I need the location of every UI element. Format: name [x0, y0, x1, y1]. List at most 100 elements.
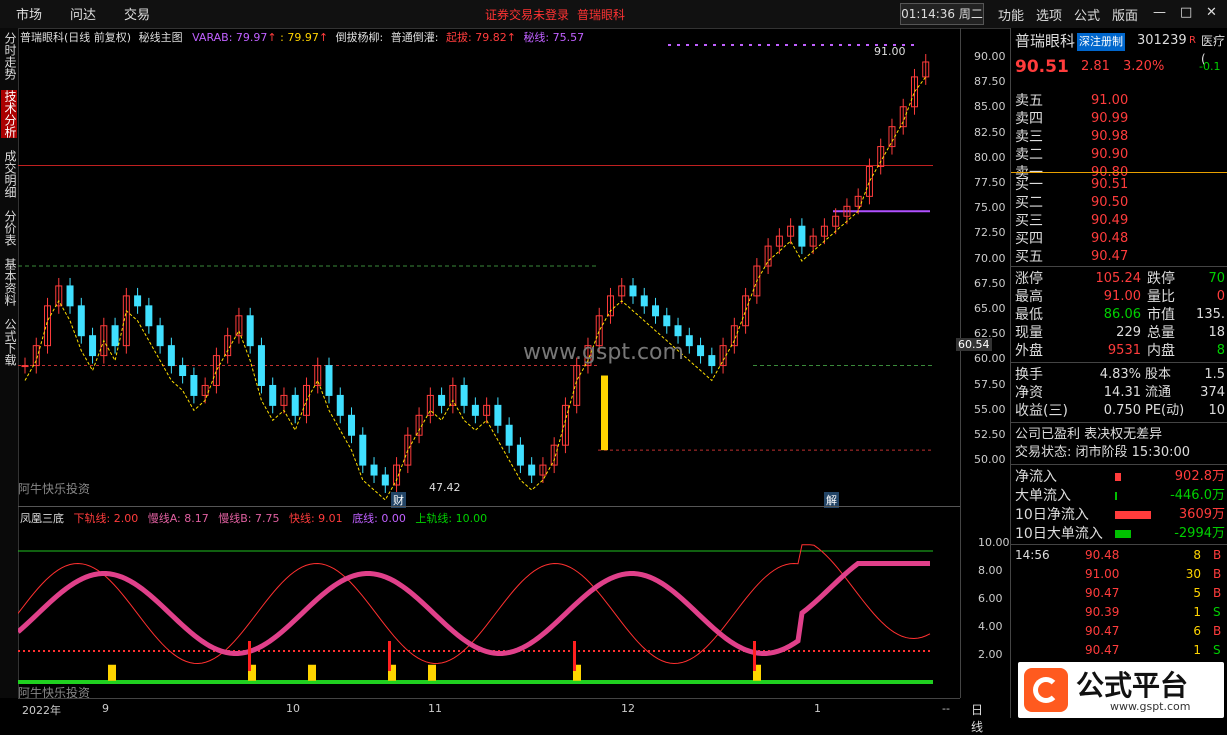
signal-dot: [857, 44, 860, 46]
tick-price: 90.47: [1085, 624, 1120, 638]
chart-area[interactable]: 普瑞眼科(日线 前复权) 秘线主图 VARAB: 79.97↑ : 79.97↑…: [18, 28, 961, 700]
candle-body: [89, 335, 97, 357]
candle-body: [629, 285, 637, 297]
tab-fundamentals[interactable]: 基本资料: [1, 258, 17, 306]
tick-price: 90.47: [1085, 643, 1120, 657]
candle-body: [359, 434, 367, 466]
candle-body: [269, 384, 277, 406]
signal-dot: [848, 44, 851, 46]
ask-price[interactable]: 90.98: [1091, 128, 1128, 146]
current-price-box: 60.54: [956, 338, 992, 351]
candle-body: [348, 414, 356, 436]
tab-formula-download[interactable]: 公式下载: [1, 318, 17, 366]
menu-formula[interactable]: 公式: [1074, 5, 1100, 24]
x-axis-dash: --: [942, 702, 950, 715]
stat2-value2: 1.5: [1204, 367, 1225, 382]
tick-price: 90.47: [1085, 586, 1120, 600]
candle-body: [156, 325, 164, 347]
menu-market[interactable]: 市场: [16, 4, 42, 23]
signal-dot: [803, 44, 806, 46]
stat-label: 最高: [1015, 289, 1043, 305]
tick-volume: 6: [1193, 624, 1201, 638]
menu-wenda[interactable]: 问达: [70, 4, 96, 23]
stat2-label2: PE(动): [1145, 403, 1185, 418]
tab-technical[interactable]: 技术分析: [1, 90, 17, 138]
signal-dot: [740, 44, 743, 46]
ask-price[interactable]: 90.90: [1091, 146, 1128, 164]
menu-layout[interactable]: 版面: [1112, 5, 1138, 24]
price-tick: 67.50: [974, 276, 1006, 290]
maximize-icon[interactable]: □: [1180, 5, 1192, 20]
bid-price[interactable]: 90.51: [1091, 176, 1128, 194]
signal-dot: [722, 44, 725, 46]
menu-options[interactable]: 选项: [1036, 5, 1062, 24]
candle-body: [134, 295, 142, 307]
minimize-icon[interactable]: —: [1153, 5, 1166, 20]
signal-dot: [830, 44, 833, 46]
tick-volume: 30: [1185, 567, 1201, 581]
sub-title[interactable]: 凤凰三底: [20, 512, 64, 525]
time-axis: 2022年 9 10 11 12 1 -- 日线: [18, 698, 983, 734]
bid-price[interactable]: 90.48: [1091, 230, 1128, 248]
clock: 01:14:36 周二: [900, 3, 984, 25]
flow-value: 3609万: [1178, 507, 1225, 522]
signal-dot: [668, 44, 671, 46]
x-label-nov: 11: [428, 702, 442, 715]
sub-l5: 底线: 0.00: [352, 512, 406, 525]
bid-price[interactable]: 90.50: [1091, 194, 1128, 212]
ask-price[interactable]: 90.99: [1091, 110, 1128, 128]
period-button[interactable]: 日线: [971, 701, 983, 735]
candle-body: [167, 345, 175, 367]
stat2-label: 净资: [1015, 385, 1043, 401]
logo-text: 公式平台: [1076, 669, 1189, 702]
stat-value2: 135.: [1196, 307, 1225, 322]
signal-dot: [758, 44, 761, 46]
login-notice[interactable]: 证券交易未登录: [485, 6, 569, 23]
indicator-tick: 10.00: [978, 536, 1010, 549]
price-tick: 50.00: [974, 453, 1006, 467]
candle-body: [111, 325, 119, 347]
flow-bar: [1115, 530, 1131, 538]
stat-label: 最低: [1015, 307, 1043, 323]
ask-price[interactable]: 91.00: [1091, 92, 1128, 110]
bid-label: 买三: [1015, 213, 1043, 229]
gspt-logo: 公式平台 www.gspt.com: [1018, 662, 1224, 718]
ask-label: 卖三: [1015, 129, 1043, 145]
menu-trade[interactable]: 交易: [124, 4, 150, 23]
tab-trades[interactable]: 成交明细: [1, 150, 17, 198]
bid-price[interactable]: 90.49: [1091, 212, 1128, 230]
ask-bid-divider: [1011, 172, 1227, 173]
candle-body: [438, 394, 446, 406]
price-tick: 90.00: [974, 50, 1006, 63]
candle-body: [325, 365, 333, 396]
bottom-spike: [248, 641, 251, 671]
menu-function[interactable]: 功能: [998, 5, 1024, 24]
tab-price-table[interactable]: 分价表: [1, 210, 17, 246]
stat2-label: 换手: [1015, 367, 1043, 383]
signal-dot: [731, 44, 734, 46]
logo-mark: [1024, 668, 1068, 712]
bid-label: 买五: [1015, 249, 1043, 265]
stock-title: 普瑞眼科: [577, 8, 626, 22]
signal-dot: [686, 44, 689, 46]
low-label: 47.42: [429, 481, 461, 494]
stat-value2: 70: [1208, 271, 1225, 286]
indicator-chart[interactable]: [18, 526, 960, 698]
tick-direction: B: [1213, 567, 1222, 581]
close-icon[interactable]: ✕: [1206, 5, 1217, 20]
candlestick-chart[interactable]: [18, 42, 960, 512]
tab-intraday[interactable]: 分时走势: [1, 32, 17, 80]
signal-dot: [749, 44, 752, 46]
signal-dot: [695, 44, 698, 46]
candle-body: [471, 404, 479, 416]
signal-dot: [821, 44, 824, 46]
bid-price[interactable]: 90.47: [1091, 248, 1128, 266]
bottom-spike: [573, 641, 576, 671]
price-tick: 52.50: [974, 428, 1006, 441]
indicator-tick: 2.00: [978, 648, 1003, 661]
candle-body: [257, 345, 265, 386]
price-tick: 80.00: [974, 150, 1006, 164]
price-tick: 77.50: [974, 176, 1006, 189]
tick-direction: S: [1213, 605, 1221, 619]
tick-time: 14:56: [1015, 548, 1050, 562]
